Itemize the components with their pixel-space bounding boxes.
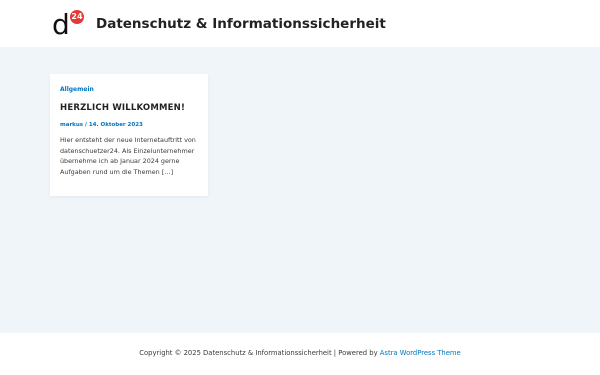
post-meta: markus / 14. Oktober 2023 xyxy=(60,121,198,129)
post-card: Allgemein HERZLICH WILLKOMMEN! markus / … xyxy=(50,74,208,196)
post-excerpt: Hier entsteht der neue Internetauftritt … xyxy=(60,136,196,176)
post-author-link[interactable]: markus xyxy=(60,122,83,128)
post-title-link[interactable]: HERZLICH WILLKOMMEN! xyxy=(60,103,198,114)
site-header: d 24 Datenschutz & Informationssicherhei… xyxy=(0,0,600,47)
logo-letter: d xyxy=(52,8,70,41)
site-logo[interactable]: d 24 xyxy=(52,10,86,40)
footer-text: Copyright © 2025 Datenschutz & Informati… xyxy=(0,349,600,357)
site-title-link[interactable]: Datenschutz & Informationssicherheit xyxy=(96,16,386,32)
footer-copyright: Copyright © 2025 Datenschutz & Informati… xyxy=(139,349,380,357)
site-footer: Copyright © 2025 Datenschutz & Informati… xyxy=(0,333,600,375)
footer-theme-link[interactable]: Astra WordPress Theme xyxy=(380,349,461,357)
logo-badge: 24 xyxy=(70,10,84,24)
post-date-link[interactable]: 14. Oktober 2023 xyxy=(89,122,143,128)
post-category-link[interactable]: Allgemein xyxy=(60,86,198,94)
